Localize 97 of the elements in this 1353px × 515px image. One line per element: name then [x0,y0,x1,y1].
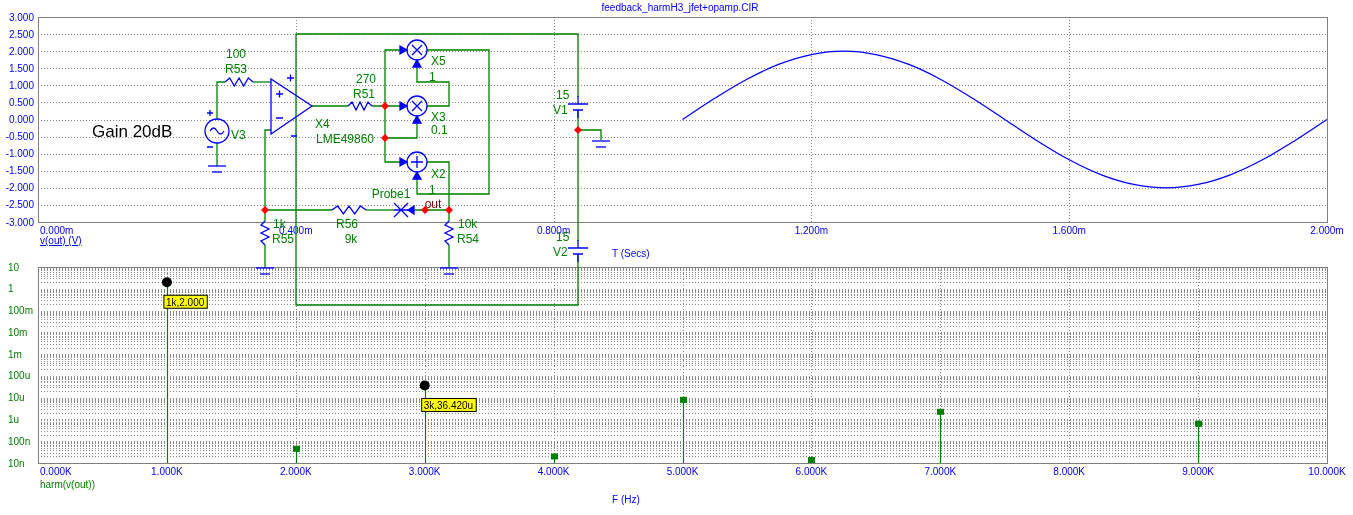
multiplier-symbol [399,39,428,68]
axis-tick-label: 1.200m [794,225,829,236]
resistor-symbol [347,100,373,112]
adder-symbol [399,151,428,180]
axis-tick-label: 1m [8,348,22,360]
ground-symbol [207,165,227,173]
axis-tick-label: 0.000m [40,225,74,236]
axis-tick-label: 1u [8,413,20,425]
axis-tick-label: 5.000K [666,466,699,477]
wire [252,81,272,83]
component-label: X3 [431,110,446,124]
component-value: 270 [356,72,376,86]
wire [264,244,266,268]
cursor-readout: 1k,2.000 [163,294,208,309]
axis-tick-label: 8.000K [1053,466,1086,477]
opamp-symbol [270,73,314,137]
net-label: out [424,197,442,211]
component-value: 0.1 [431,123,448,137]
battery-symbol [567,95,589,119]
legend-label: harm(v(out)) [40,479,95,490]
wire [216,81,226,120]
resistor-symbol [331,204,367,216]
axis-tick-label: -3.000 [5,216,34,228]
chart-title: feedback_harmH3_jfet+opamp.CIR [601,2,759,13]
axis-tick-label: 2.000K [279,466,312,477]
ground-symbol [255,267,275,275]
axis-tick-label: 0.000 [8,114,34,125]
axis-label: F (Hz) [612,494,640,505]
component-value: 1 [429,183,436,197]
axis-tick-label: 10 [8,261,20,273]
component-label: X2 [431,167,446,181]
cursor-readout: 3k,36.420u [421,397,477,412]
axis-tick-label: 1.500 [8,62,34,74]
component-value: 15 [556,88,570,102]
axis-tick-label: 10u [8,392,25,404]
axis-tick-label: 1.000K [151,466,183,477]
probe-symbol [393,202,415,218]
axis-tick-label: 4.000K [537,466,570,477]
legend-label: v(out) (V) [40,235,82,246]
cursor-dot [419,380,430,391]
axis-tick-label: 1.000 [8,79,34,91]
component-label: V1 [553,103,568,117]
harmonic-stem [937,408,944,464]
axis-tick-label: 10m [8,326,28,338]
axis-tick-label: -1.500 [5,165,34,177]
axis-tick-label: -2.500 [5,199,34,211]
component-label: R54 [457,232,479,246]
axis-tick-label: 0.000K [40,466,72,477]
axis-tick-label: 10.000K [1308,466,1346,477]
harmonic-stem [551,453,558,464]
axis-tick-label: 2.000 [8,45,34,57]
ground-symbol [591,140,611,148]
harmonic-stem [680,396,687,464]
axis-tick-label: -1.000 [5,148,34,160]
battery-symbol [567,239,589,263]
harmonic-stem [1195,420,1202,464]
multiplier-symbol [399,95,428,124]
axis-tick-label: 100n [8,435,31,447]
axis-label: T (Secs) [612,248,650,259]
axis-tick-label: 1.600m [1052,225,1086,236]
component-label: R53 [225,62,247,76]
axis-tick-label: 6.000K [795,466,828,477]
component-label: V2 [553,245,568,259]
axis-tick-label: 100m [8,305,33,317]
resistor-symbol [443,220,455,246]
axis-tick-label: 7.000K [924,466,957,477]
harmonic-stem [293,445,300,464]
component-label: X4 [315,117,330,131]
ground-symbol [439,267,459,275]
component-value: 1 [429,70,436,84]
axis-tick-label: 2.500 [8,28,34,40]
component-label: X5 [431,54,446,68]
component-label: V3 [231,128,246,142]
resistor-symbol [259,220,271,246]
harmonic-stem [808,457,815,463]
component-label: Probe1 [371,187,411,201]
axis-tick-label: 9.000K [1182,466,1214,477]
axis-tick-label: 2.000m [1310,225,1344,236]
axis-tick-label: 0.500 [8,96,34,108]
sine-source-symbol [204,109,230,148]
component-value: 100 [226,47,246,61]
resistor-symbol [224,76,254,88]
axis-tick-label: -2.000 [5,182,34,194]
axis-tick-label: 3.000 [8,11,34,23]
component-label: R51 [353,87,375,101]
cursor-dot [161,277,172,288]
annotation-text: Gain 20dB [92,122,173,141]
axis-tick-label: -0.500 [5,131,34,143]
axis-tick-label: 10n [8,457,25,469]
axis-tick-label: 3.000K [408,466,441,477]
axis-tick-label: 1 [8,283,14,295]
wire [216,142,218,167]
component-label: R56 [336,217,358,231]
axis-tick-label: 100u [8,370,31,382]
component-value: LME49860 [316,132,375,146]
component-value: 10k [458,217,478,231]
component-value: 9k [344,232,358,246]
